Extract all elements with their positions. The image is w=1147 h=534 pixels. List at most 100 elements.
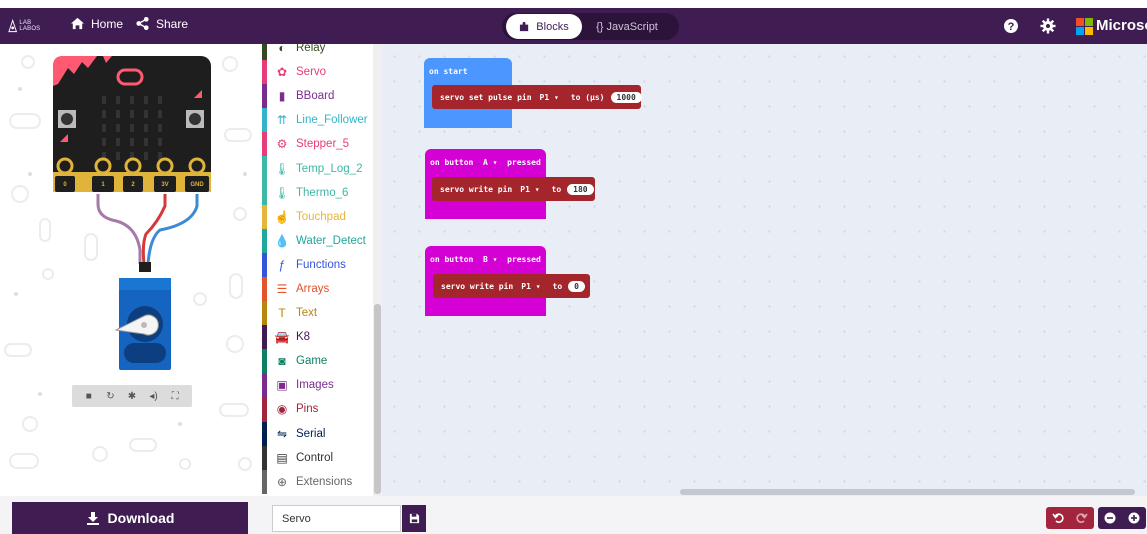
button-b[interactable] (186, 110, 204, 128)
category-color-bar (262, 60, 267, 85)
workspace-horizontal-scrollbar[interactable] (680, 489, 1135, 495)
toolbox-scrollbar[interactable] (373, 44, 382, 496)
toolbox-category-line-follower[interactable]: ⇈ Line_Follower (262, 108, 372, 133)
toolbox-category-thermo-6[interactable]: 🌡 Thermo_6 (262, 180, 372, 205)
gear-icon: ✿ (276, 65, 288, 80)
servo-motor (114, 278, 171, 370)
category-color-bar (262, 252, 267, 277)
toolbox-category-extensions[interactable]: ⊕ Extensions (262, 469, 372, 494)
microbit-simulator[interactable]: 0 1 2 3V GND (40, 54, 220, 384)
category-color-bar (262, 84, 267, 109)
simulator-panel: 0 1 2 3V GND ■ ↻ ✱ ◂) ⛶ (0, 44, 262, 496)
function-icon: ƒ (278, 257, 286, 272)
button-b-dropdown[interactable]: B ▾ (483, 255, 497, 264)
toolbox-category-functions[interactable]: ƒ Functions (262, 252, 372, 277)
settings-gear-icon[interactable] (1040, 18, 1056, 34)
tab-blocks[interactable]: Blocks (506, 14, 582, 39)
toolbox-category-serial[interactable]: ⇋ Serial (262, 421, 372, 446)
top-bar: LAB LABOS Home Share Blocks {} JavaScrip… (0, 8, 1147, 44)
toolbox-category-temp-log-2[interactable]: 🌡 Temp_Log_2 (262, 156, 372, 181)
redo-button[interactable] (1070, 507, 1094, 529)
brand-logo[interactable]: LAB LABOS (6, 17, 52, 35)
category-color-bar (262, 156, 267, 181)
toolbox-category-stepper-5[interactable]: ⚙ Stepper_5 (262, 132, 372, 157)
button-a-dropdown[interactable]: A ▾ (483, 158, 497, 167)
logo-text: LAB LABOS (19, 20, 41, 32)
simulator-controls: ■ ↻ ✱ ◂) ⛶ (72, 385, 192, 407)
plus-circle-icon: ⊕ (276, 474, 288, 489)
tab-javascript[interactable]: {} JavaScript (582, 14, 672, 39)
toolbox-category-control[interactable]: ▤ Control (262, 445, 372, 470)
zoom-out-button[interactable] (1098, 507, 1122, 529)
servo-set-pulse-block[interactable]: servo set pulse pin P1 ▾ to (µs) 1000 (432, 85, 642, 109)
angle-value-input[interactable]: 0 (568, 280, 585, 292)
toolbox-category-k8[interactable]: 🚘 K8 (262, 325, 372, 350)
on-button-text: on button (430, 255, 474, 264)
toolbox-scroll-thumb[interactable] (374, 304, 381, 494)
blocks-workspace[interactable]: on start servo set pulse pin P1 ▾ to (µs… (382, 44, 1147, 496)
category-label: Touchpad (296, 210, 346, 223)
microsoft-logo-icon (1076, 17, 1093, 35)
to-label: to (552, 281, 563, 291)
undo-icon (1052, 513, 1064, 523)
category-color-bar (262, 301, 267, 326)
category-label: Water_Detect (296, 234, 366, 247)
servo-write-b-block[interactable]: servo write pin P1 ▾ to 0 (433, 274, 590, 298)
servo-write-a-block[interactable]: servo write pin P1 ▾ to 180 (432, 177, 595, 201)
pin-dropdown[interactable]: P1 ▾ (521, 282, 540, 291)
pulse-value-input[interactable]: 1000 (610, 91, 642, 103)
category-label: Arrays (296, 282, 330, 295)
mute-icon[interactable]: ◂) (147, 389, 161, 403)
toolbox-category-bboard[interactable]: ▮ BBoard (262, 84, 372, 109)
toolbox-category-arrays[interactable]: ☰ Arrays (262, 276, 372, 302)
toolbox-category-water-detect[interactable]: 💧 Water_Detect (262, 228, 372, 253)
logo-mark-icon (8, 19, 18, 33)
toggle-icon: ◐ (278, 44, 286, 56)
debug-icon[interactable]: ✱ (125, 389, 139, 403)
category-label: Stepper_5 (296, 138, 350, 151)
servo-set-pulse-label: servo set pulse pin (440, 92, 532, 102)
undo-button[interactable] (1046, 507, 1070, 529)
toolbox-category-touchpad[interactable]: ☝ Touchpad (262, 204, 372, 229)
fullscreen-icon[interactable]: ⛶ (168, 389, 182, 403)
restart-icon[interactable]: ↻ (103, 389, 117, 403)
hand-icon: ☝ (274, 209, 290, 224)
home-button[interactable]: Home (70, 16, 123, 31)
toolbox-category-game[interactable]: ◙ Game (262, 349, 372, 374)
save-button[interactable] (402, 505, 426, 532)
category-label: Game (296, 355, 328, 368)
toolbox-category-servo[interactable]: ✿ Servo (262, 60, 372, 85)
microsoft-brand[interactable]: Microsoft (1076, 17, 1147, 35)
category-color-bar (262, 204, 267, 229)
arrows-up-icon: ⇈ (276, 113, 288, 128)
category-label: Pins (296, 403, 319, 416)
toolbox-category-pins[interactable]: ◉ Pins (262, 397, 372, 422)
category-label: Servo (296, 66, 327, 79)
on-start-label: on start (429, 67, 468, 76)
share-button[interactable]: Share (135, 16, 188, 31)
zoom-in-button[interactable] (1122, 507, 1146, 529)
stop-icon[interactable]: ■ (82, 389, 96, 403)
help-icon[interactable]: ? (1003, 18, 1019, 34)
toolbox-category-text[interactable]: T Text (262, 301, 372, 326)
to-us-label: to (µs) (570, 92, 605, 102)
servo-write-label: servo write pin (441, 281, 514, 291)
category-label: K8 (296, 331, 311, 344)
pin-dropdown[interactable]: P1 ▾ (540, 93, 559, 102)
button-a[interactable] (58, 110, 76, 128)
usb-icon: ⇋ (276, 426, 288, 441)
editor-mode-toggle: Blocks {} JavaScript (502, 13, 679, 40)
tab-javascript-label: {} JavaScript (596, 20, 658, 33)
pin-label-3v: 3V (161, 182, 168, 188)
list-icon: ☰ (276, 281, 288, 296)
text-icon: T (278, 306, 286, 321)
angle-value-input[interactable]: 180 (567, 183, 594, 195)
pin-dropdown[interactable]: P1 ▾ (520, 185, 539, 194)
download-button[interactable]: Download (12, 502, 248, 534)
toolbox-category-relay[interactable]: ◐ Relay (262, 44, 372, 61)
project-name-input[interactable]: Servo (272, 505, 401, 532)
category-color-bar (262, 349, 267, 374)
category-label: Extensions (296, 475, 353, 488)
toolbox-category-images[interactable]: ▣ Images (262, 373, 372, 398)
home-icon (70, 17, 85, 30)
